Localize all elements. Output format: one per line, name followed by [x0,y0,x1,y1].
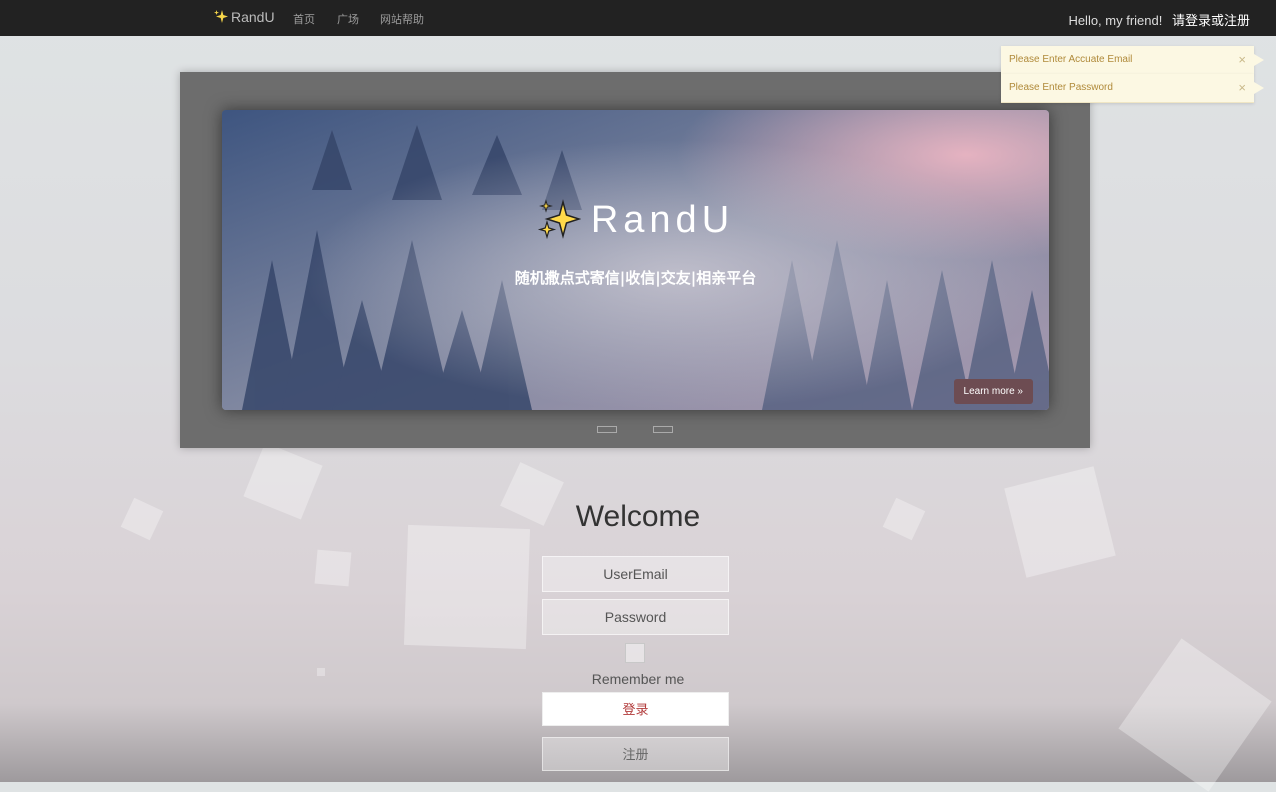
nav-user-area: Hello, my friend! 请登录或注册 [1068,10,1250,29]
carousel-indicator-1[interactable] [597,426,617,433]
hero-subtitle: 随机撒点式寄信|收信|交友|相亲平台 [514,269,757,287]
toast-password-error: Please Enter Password × [1001,74,1264,103]
greeting-text: Hello, my friend! [1068,13,1163,28]
learn-more-button[interactable]: Learn more » [953,379,1033,404]
toast-message: Please Enter Accuate Email [1009,54,1133,65]
forest-background-image [222,110,1049,410]
close-icon[interactable]: × [1238,80,1246,95]
hero-title: RandU [222,198,1049,242]
welcome-heading: Welcome [575,500,701,533]
toast-arrow [1254,82,1264,94]
email-input[interactable] [542,556,729,592]
nav-link-home[interactable]: 首页 [293,11,315,27]
carousel-indicator-2[interactable] [653,426,673,433]
bg-square [314,549,352,587]
password-input[interactable] [542,599,729,635]
sparkles-icon [537,199,581,240]
hero-title-text: RandU [590,198,735,241]
nav-link-square[interactable]: 广场 [337,11,359,27]
top-navbar: RandU 首页 广场 网站帮助 Hello, my friend! 请登录或注… [0,0,1276,36]
carousel-slide: RandU 随机撒点式寄信|收信|交友|相亲平台 Learn more » [222,110,1049,410]
login-button[interactable]: 登录 [542,692,729,726]
toast-arrow [1254,54,1264,66]
toast-email-error: Please Enter Accuate Email × [1001,46,1264,75]
remember-me-label: Remember me [591,671,685,687]
bg-square [403,524,531,650]
register-button[interactable]: 注册 [542,737,729,771]
close-icon[interactable]: × [1238,52,1246,67]
nav-link-help[interactable]: 网站帮助 [380,11,424,27]
brand-name: RandU [231,9,275,25]
hero-carousel: RandU 随机撒点式寄信|收信|交友|相亲平台 Learn more » [180,72,1090,448]
login-register-link[interactable]: 请登录或注册 [1172,13,1250,28]
bg-square [1118,638,1272,792]
sparkles-icon [214,10,228,23]
remember-me-checkbox[interactable] [625,643,645,663]
brand-link[interactable]: RandU [213,9,275,25]
toast-message: Please Enter Password [1009,82,1113,93]
